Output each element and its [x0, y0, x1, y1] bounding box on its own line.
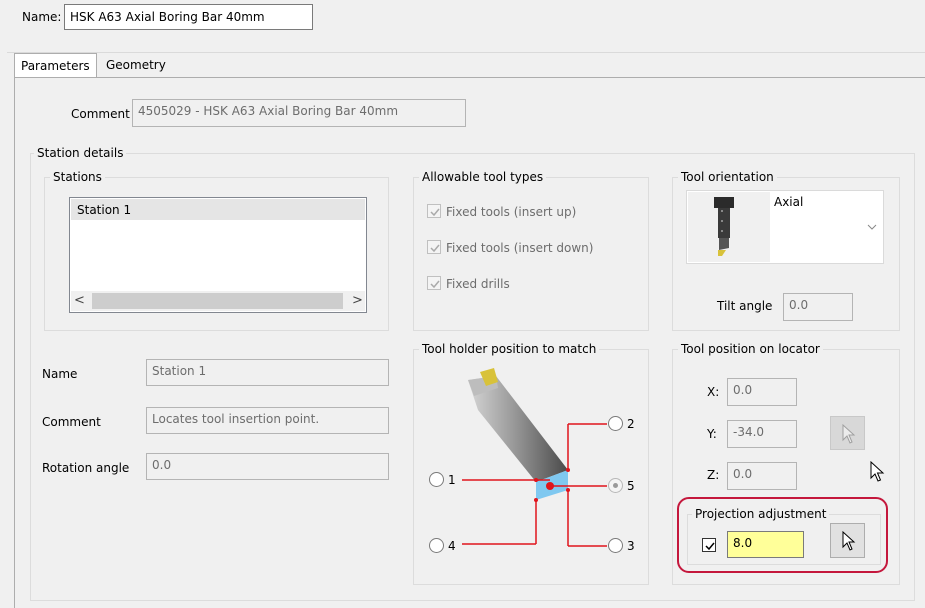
tool-orientation-title: Tool orientation [678, 170, 777, 184]
station-comment-label: Comment [42, 415, 101, 429]
tilt-angle-field[interactable]: 0.0 [783, 293, 853, 321]
holder-position-1-radio[interactable] [429, 472, 444, 487]
fixed-drills-label: Fixed drills [446, 277, 510, 291]
holder-position-3-radio[interactable] [608, 538, 623, 553]
holder-position-4-label: 4 [448, 539, 456, 553]
projection-pick-button[interactable] [830, 523, 865, 558]
fixed-tools-insert-down-label: Fixed tools (insert down) [446, 241, 594, 255]
holder-position-5-label: 5 [627, 479, 635, 493]
cursor-arrow-icon [842, 531, 856, 551]
holder-position-1-label: 1 [448, 473, 456, 487]
holder-position-2-label: 2 [627, 417, 635, 431]
z-label: Z: [707, 468, 720, 482]
rotation-angle-field[interactable]: 0.0 [146, 453, 389, 480]
pick-position-button[interactable] [830, 416, 865, 450]
projection-adjustment-title: Projection adjustment [692, 507, 830, 521]
name-label: Name: [22, 10, 62, 24]
station-item-label: Station 1 [77, 203, 132, 217]
tab-strip-top-border [7, 52, 925, 53]
y-field[interactable]: -34.0 [727, 420, 797, 448]
holder-position-2-radio[interactable] [608, 416, 623, 431]
horizontal-scrollbar[interactable]: < > [71, 291, 365, 311]
axial-orientation-icon [688, 192, 770, 262]
tab-geometry-label: Geometry [106, 58, 166, 72]
station-name-label: Name [42, 367, 78, 381]
fixed-tools-insert-down-checkbox[interactable] [427, 240, 441, 254]
fixed-drills-checkbox[interactable] [427, 276, 441, 290]
scroll-right-icon[interactable]: > [352, 293, 363, 308]
mouse-pointer-icon [870, 461, 885, 482]
comment-field[interactable]: 4505029 - HSK A63 Axial Boring Bar 40mm [132, 99, 466, 127]
y-label: Y: [707, 427, 717, 441]
x-field[interactable]: 0.0 [727, 378, 797, 406]
holder-position-4-radio[interactable] [429, 538, 444, 553]
projection-adjustment-checkbox[interactable] [702, 538, 716, 552]
tool-orientation-selected: Axial [774, 195, 804, 209]
x-label: X: [707, 385, 720, 399]
station-details-title: Station details [34, 146, 127, 160]
tab-parameters-label: Parameters [21, 59, 90, 73]
tilt-angle-label: Tilt angle [717, 299, 773, 313]
tab-parameters[interactable]: Parameters [14, 53, 97, 78]
station-name-field[interactable]: Station 1 [146, 359, 389, 386]
tab-panel-top-border [96, 77, 925, 78]
comment-label: Comment [71, 107, 130, 121]
tool-orientation-dropdown[interactable]: Axial [686, 190, 884, 264]
station-comment-field[interactable]: Locates tool insertion point. [146, 407, 389, 434]
holder-position-title: Tool holder position to match [419, 342, 600, 356]
list-item[interactable]: Station 1 [71, 199, 365, 220]
scroll-left-icon[interactable]: < [74, 293, 85, 308]
scrollbar-thumb[interactable] [92, 293, 343, 309]
fixed-tools-insert-up-checkbox[interactable] [427, 204, 441, 218]
stations-listbox[interactable]: Station 1 < > [69, 197, 367, 313]
cursor-arrow-icon [842, 424, 856, 444]
holder-position-3-label: 3 [627, 539, 635, 553]
projection-adjustment-field[interactable]: 8.0 [727, 531, 804, 558]
tab-geometry[interactable]: Geometry [97, 56, 177, 77]
holder-position-5-radio[interactable] [608, 478, 623, 493]
allowable-tool-types-title: Allowable tool types [419, 170, 547, 184]
rotation-angle-label: Rotation angle [42, 461, 130, 475]
tool-name-input[interactable]: HSK A63 Axial Boring Bar 40mm [64, 4, 313, 30]
fixed-tools-insert-up-label: Fixed tools (insert up) [446, 205, 577, 219]
chevron-down-icon[interactable] [867, 224, 877, 230]
z-field[interactable]: 0.0 [727, 462, 797, 490]
stations-title: Stations [50, 170, 105, 184]
tool-position-title: Tool position on locator [678, 342, 823, 356]
